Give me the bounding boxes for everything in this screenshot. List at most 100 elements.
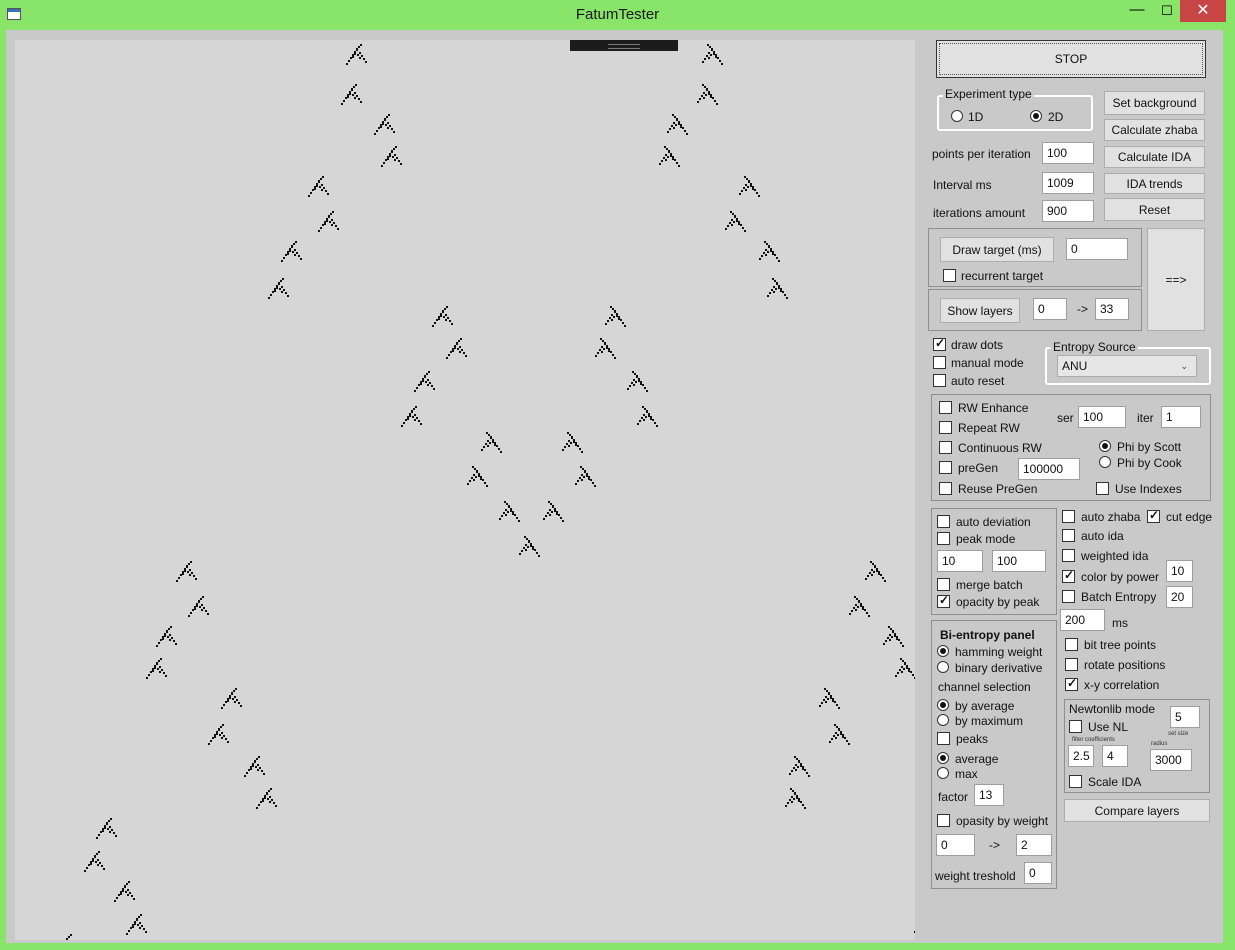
dot [804, 769, 806, 771]
dot [240, 705, 242, 707]
set-size-input[interactable]: 5 [1170, 706, 1200, 728]
xy-correlation-checkbox[interactable] [1065, 676, 1078, 691]
dot [389, 153, 391, 155]
show-layers-button[interactable]: Show layers [940, 298, 1020, 323]
iterations-amount-input[interactable]: 900 [1042, 200, 1094, 222]
factor-label: factor [938, 790, 969, 804]
ida-trends-button[interactable]: IDA trends [1104, 173, 1205, 194]
dot [158, 642, 160, 644]
dot [150, 671, 152, 673]
radius-input[interactable]: 3000 [1150, 749, 1192, 771]
draw-dots-checkbox[interactable] [933, 336, 946, 351]
dot [566, 443, 568, 445]
weight-range-from-input[interactable]: 0 [936, 834, 975, 856]
stop-button[interactable]: STOP [936, 40, 1206, 78]
close-button[interactable]: ✕ [1180, 0, 1226, 22]
drawing-canvas[interactable] [15, 40, 915, 940]
peak-mode-checkbox[interactable] [937, 532, 950, 545]
calculate-zhaba-button[interactable]: Calculate zhaba [1104, 119, 1205, 141]
layers-to-input[interactable]: 33 [1095, 298, 1129, 320]
layers-from-input[interactable]: 0 [1033, 298, 1067, 320]
dot [126, 933, 128, 935]
by-maximum-radio[interactable] [937, 714, 949, 726]
batch-entropy-input[interactable]: 20 [1166, 586, 1193, 608]
rotate-positions-checkbox[interactable] [1065, 658, 1078, 671]
merge-batch-checkbox[interactable] [937, 578, 950, 591]
color-by-power-checkbox[interactable] [1062, 568, 1075, 583]
deviation-value-a-input[interactable]: 10 [937, 550, 983, 572]
dot [856, 598, 858, 600]
auto-zhaba-checkbox[interactable] [1062, 510, 1075, 523]
recurrent-target-checkbox[interactable] [943, 269, 956, 282]
compare-layers-button[interactable]: Compare layers [1064, 799, 1210, 822]
manual-mode-checkbox[interactable] [933, 356, 946, 369]
reuse-pregen-checkbox[interactable] [939, 482, 952, 495]
cut-edge-checkbox[interactable] [1147, 508, 1160, 523]
dot [610, 351, 612, 353]
auto-deviation-checkbox[interactable] [937, 515, 950, 528]
ms-input[interactable]: 200 [1060, 609, 1105, 631]
dot [427, 384, 429, 386]
scale-ida-checkbox[interactable] [1069, 775, 1082, 788]
interval-ms-input[interactable]: 1009 [1042, 172, 1094, 194]
bit-tree-points-checkbox[interactable] [1065, 638, 1078, 651]
weight-range-to-input[interactable]: 2 [1016, 834, 1052, 856]
dot [216, 731, 218, 733]
points-per-iteration-input[interactable]: 100 [1042, 142, 1094, 164]
dot [791, 796, 793, 798]
pregen-checkbox[interactable] [939, 461, 952, 474]
reset-button[interactable]: Reset [1104, 198, 1205, 221]
dot [96, 853, 98, 855]
maximize-button[interactable]: ☐ [1154, 0, 1180, 24]
set-background-button[interactable]: Set background [1104, 91, 1205, 115]
draw-target-input[interactable]: 0 [1066, 238, 1128, 260]
weight-treshold-input[interactable]: 0 [1024, 862, 1052, 884]
arrow-button[interactable]: ==> [1147, 228, 1205, 331]
dot [870, 561, 872, 563]
max-radio[interactable] [937, 767, 949, 779]
entropy-source-select[interactable]: ANU ⌄ [1057, 355, 1197, 377]
opasity-by-weight-checkbox[interactable] [937, 814, 950, 827]
color-by-power-input[interactable]: 10 [1166, 560, 1193, 582]
dot [476, 471, 478, 473]
coef-b-input[interactable]: 4 [1102, 745, 1128, 767]
rw-enhance-checkbox[interactable] [939, 401, 952, 414]
opacity-by-peak-checkbox[interactable] [937, 593, 950, 608]
use-indexes-checkbox[interactable] [1096, 482, 1109, 495]
dot [216, 733, 218, 735]
draw-target-button[interactable]: Draw target (ms) [940, 237, 1054, 262]
phi-cook-radio[interactable] [1099, 456, 1111, 468]
radio-1d[interactable] [951, 110, 963, 122]
dot [652, 419, 654, 421]
ser-input[interactable]: 100 [1078, 406, 1126, 428]
factor-input[interactable]: 13 [974, 784, 1004, 806]
average-radio[interactable] [937, 752, 949, 764]
dot [182, 573, 184, 575]
dot [588, 478, 590, 480]
dot [796, 797, 798, 799]
batch-entropy-checkbox[interactable] [1062, 590, 1075, 603]
continuous-rw-checkbox[interactable] [939, 441, 952, 454]
weighted-ida-checkbox[interactable] [1062, 549, 1075, 562]
calculate-ida-button[interactable]: Calculate IDA [1104, 146, 1205, 168]
phi-scott-radio[interactable] [1099, 440, 1111, 452]
dot [168, 628, 170, 630]
dot [858, 601, 860, 603]
binary-derivative-radio[interactable] [937, 661, 949, 673]
dot [442, 311, 444, 313]
dot [854, 596, 856, 598]
hamming-weight-radio[interactable] [937, 645, 949, 657]
deviation-value-b-input[interactable]: 100 [992, 550, 1046, 572]
dot [287, 251, 289, 253]
repeat-rw-checkbox[interactable] [939, 421, 952, 434]
minimize-button[interactable]: — [1120, 0, 1154, 24]
use-nl-checkbox[interactable] [1069, 720, 1082, 733]
auto-ida-checkbox[interactable] [1062, 529, 1075, 542]
coef-a-input[interactable]: 2.5 [1068, 745, 1094, 767]
radio-2d[interactable] [1030, 110, 1042, 122]
pregen-input[interactable]: 100000 [1018, 458, 1080, 480]
by-average-radio[interactable] [937, 699, 949, 711]
auto-reset-checkbox[interactable] [933, 374, 946, 387]
iter-input[interactable]: 1 [1161, 406, 1201, 428]
peaks-checkbox[interactable] [937, 732, 950, 745]
